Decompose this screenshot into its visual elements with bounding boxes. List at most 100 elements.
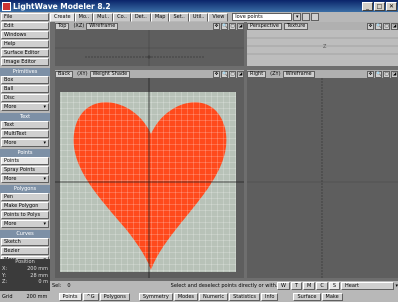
spray-points-tool[interactable]: Spray Points	[1, 166, 49, 174]
primitives-more-button[interactable]: More	[1, 103, 49, 111]
sel-label: Sel:	[52, 283, 62, 289]
maximize-view-icon[interactable]: ▢	[383, 22, 390, 30]
viewport-right-mode[interactable]: Wireframe	[282, 70, 315, 78]
viewport-top-mode[interactable]: Wireframe	[86, 22, 119, 30]
move-view-icon[interactable]: ✥	[367, 70, 374, 78]
minimize-button[interactable]: _	[362, 1, 373, 11]
surface-editor-button[interactable]: Surface Editor	[1, 49, 49, 57]
viewport-perspective-mode[interactable]: Texture	[283, 22, 309, 30]
viewport-right-canvas[interactable]	[247, 78, 398, 278]
multitext-tool[interactable]: MultiText	[1, 130, 49, 138]
title-bar: LightWave Modeler 8.2 _ □ ✕	[0, 0, 398, 12]
info-button[interactable]: Info	[260, 292, 279, 301]
restore-view-icon[interactable]: ◪	[237, 70, 244, 78]
make-polygon-tool[interactable]: Make Polygon	[1, 202, 49, 210]
bezier-tool[interactable]: Bezier	[1, 247, 49, 255]
viewport-top[interactable]: Top (XZ) Wireframe ✥ 🔍 ▢ ◪	[55, 22, 244, 66]
windows-menu[interactable]: Windows	[1, 31, 49, 39]
viewport-perspective-name[interactable]: Perspective	[247, 22, 282, 30]
wtmcs-t[interactable]: T	[290, 282, 303, 290]
move-view-icon[interactable]: ✥	[213, 22, 220, 30]
viewport-top-name[interactable]: Top	[55, 22, 70, 30]
maximize-button[interactable]: □	[374, 1, 385, 11]
tab-setup[interactable]: Set..	[169, 12, 189, 22]
statistics-button[interactable]: Statistics	[229, 292, 260, 301]
tab-detail[interactable]: Det..	[130, 12, 151, 22]
sketch-tool[interactable]: Sketch	[1, 238, 49, 246]
viewport-perspective[interactable]: Perspective Texture ✥ 🔍 ▢ ◪ Z	[247, 22, 398, 66]
file-menu[interactable]: File	[1, 13, 49, 21]
tab-view[interactable]: View	[208, 12, 229, 22]
tab-map[interactable]: Map	[150, 12, 170, 22]
restore-view-icon[interactable]: ◪	[391, 22, 398, 30]
points-tool[interactable]: Points	[1, 157, 49, 165]
section-header-primitives: Primitives	[0, 68, 50, 76]
layer-dropdown-icon[interactable]: ▾	[293, 13, 302, 21]
points-shortcut[interactable]: ^G	[82, 292, 99, 301]
wtmcs-w[interactable]: W	[277, 282, 290, 290]
wtmcs-s[interactable]: S	[328, 282, 341, 290]
section-header-text: Text	[0, 113, 50, 121]
viewport-back[interactable]: Back (XY) Weight Shade ✥ 🔍 ▢ ◪	[55, 70, 244, 278]
position-readout: Position X: 200 mm Y: 28 mm Z: 0 m	[0, 259, 50, 291]
modes-button[interactable]: Modes	[173, 292, 199, 301]
viewport-top-canvas[interactable]	[55, 30, 244, 66]
tab-multiply[interactable]: Mul..	[93, 12, 114, 22]
tab-construct[interactable]: Co..	[113, 12, 131, 22]
status-bar: Sel: 0 Select and deselect points direct…	[50, 281, 398, 291]
box-tool[interactable]: Box	[1, 76, 49, 84]
viewport-back-name[interactable]: Back	[55, 70, 74, 78]
points-mode-button[interactable]: Points	[58, 292, 82, 301]
ball-tool[interactable]: Ball	[1, 85, 49, 93]
section-header-curves: Curves	[0, 230, 50, 238]
layer-name-field[interactable]: love points	[232, 13, 293, 21]
position-title: Position	[15, 259, 35, 265]
zoom-view-icon[interactable]: 🔍	[221, 22, 228, 30]
surface-button[interactable]: Surface	[293, 292, 321, 301]
polygons-more-button[interactable]: More	[1, 220, 49, 228]
layer-box-2[interactable]	[311, 13, 320, 21]
viewport-back-canvas[interactable]	[55, 78, 244, 278]
app-icon	[2, 1, 11, 11]
maximize-view-icon[interactable]: ▢	[229, 70, 236, 78]
symmetry-button[interactable]: Symmetry	[138, 292, 173, 301]
z-label: Z:	[2, 279, 8, 285]
tab-modify[interactable]: Mo..	[74, 12, 94, 22]
points-to-polys-tool[interactable]: Points to Polys	[1, 211, 49, 219]
tab-create[interactable]: Create	[50, 12, 75, 22]
edit-menu[interactable]: Edit	[1, 22, 49, 30]
help-menu[interactable]: Help	[1, 40, 49, 48]
zoom-view-icon[interactable]: 🔍	[375, 22, 382, 30]
tab-utilities[interactable]: Util..	[188, 12, 209, 22]
wtmcs-m[interactable]: M	[303, 282, 316, 290]
numeric-button[interactable]: Numeric	[199, 292, 229, 301]
move-view-icon[interactable]: ✥	[367, 22, 374, 30]
text-more-button[interactable]: More	[1, 139, 49, 147]
layer-box-1[interactable]	[302, 13, 311, 21]
viewport-back-mode[interactable]: Weight Shade	[89, 70, 131, 78]
maximize-view-icon[interactable]: ▢	[229, 22, 236, 30]
zoom-view-icon[interactable]: 🔍	[221, 70, 228, 78]
restore-view-icon[interactable]: ◪	[237, 22, 244, 30]
move-view-icon[interactable]: ✥	[213, 70, 220, 78]
zoom-view-icon[interactable]: 🔍	[375, 70, 382, 78]
viewport-right[interactable]: Right (ZY) Wireframe ✥ 🔍 ▢ ◪	[247, 70, 398, 278]
sel-count: 0	[67, 283, 71, 289]
viewport-right-axis: (ZY)	[270, 71, 281, 77]
pen-tool[interactable]: Pen	[1, 193, 49, 201]
viewport-perspective-canvas[interactable]: Z	[247, 30, 398, 66]
viewport-perspective-header: Perspective Texture ✥ 🔍 ▢ ◪	[247, 22, 398, 30]
image-editor-button[interactable]: Image Editor	[1, 58, 49, 66]
text-tool[interactable]: Text	[1, 121, 49, 129]
maximize-view-icon[interactable]: ▢	[383, 70, 390, 78]
polygons-mode-button[interactable]: Polygons	[99, 292, 130, 301]
restore-view-icon[interactable]: ◪	[391, 70, 398, 78]
wtmcs-c[interactable]: C	[316, 282, 328, 290]
surface-dropdown[interactable]: Heart	[341, 282, 395, 290]
make-button[interactable]: Make	[321, 292, 343, 301]
points-more-button[interactable]: More	[1, 175, 49, 183]
viewport-right-header: Right (ZY) Wireframe ✥ 🔍 ▢ ◪	[247, 70, 398, 78]
disc-tool[interactable]: Disc	[1, 94, 49, 102]
viewport-right-name[interactable]: Right	[247, 70, 267, 78]
close-button[interactable]: ✕	[386, 1, 397, 11]
